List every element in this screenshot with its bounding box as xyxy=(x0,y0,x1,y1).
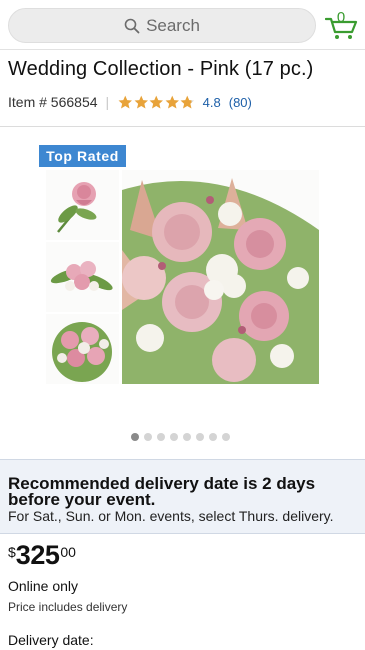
gallery-pagination xyxy=(131,433,230,441)
pagination-dot[interactable] xyxy=(196,433,204,441)
product-title: Wedding Collection - Pink (17 pc.) xyxy=(8,58,314,80)
delivery-notice-heading: Recommended delivery date is 2 days befo… xyxy=(8,474,316,509)
star-icon xyxy=(118,95,133,109)
price-cents: 00 xyxy=(60,544,76,560)
pagination-dot[interactable] xyxy=(144,433,152,441)
pagination-dot[interactable] xyxy=(131,433,139,441)
bouquet-image xyxy=(122,170,319,384)
rating-value[interactable]: 4.8 xyxy=(203,95,221,110)
section-divider xyxy=(0,126,365,127)
meta-divider: | xyxy=(105,94,110,110)
top-rated-badge: Top Rated xyxy=(39,145,126,167)
boutonniere-image xyxy=(46,170,119,240)
top-bar: Search 0 xyxy=(0,0,365,50)
delivery-date-label: Delivery date: xyxy=(8,632,94,648)
price-whole: 325 xyxy=(15,540,60,570)
review-count[interactable]: (80) xyxy=(229,95,252,110)
search-placeholder: Search xyxy=(146,15,200,35)
star-icon xyxy=(180,95,195,109)
availability-label: Online only xyxy=(8,578,79,594)
star-icon xyxy=(165,95,179,109)
product-image-gallery[interactable] xyxy=(46,170,319,384)
corsage-image xyxy=(46,242,119,312)
star-icon xyxy=(134,95,148,109)
item-number: Item # 566854 xyxy=(8,94,98,110)
pagination-dot[interactable] xyxy=(209,433,217,441)
pagination-dot[interactable] xyxy=(170,433,178,441)
product-meta: Item # 566854 | 4.8 (80) xyxy=(8,92,252,112)
price-note: Price includes delivery xyxy=(8,600,128,614)
pagination-dot[interactable] xyxy=(183,433,191,441)
posy-image xyxy=(46,314,119,384)
price-currency: $ xyxy=(8,544,16,560)
delivery-notice: Recommended delivery date is 2 days befo… xyxy=(0,459,365,534)
search-icon xyxy=(124,18,140,33)
rating-stars[interactable] xyxy=(118,95,195,110)
delivery-notice-subtext: For Sat., Sun. or Mon. events, select Th… xyxy=(8,508,334,524)
cart-button[interactable]: 0 xyxy=(325,9,359,40)
search-bar[interactable]: Search xyxy=(8,8,316,43)
star-icon xyxy=(149,95,164,109)
pagination-dot[interactable] xyxy=(222,433,230,441)
cart-icon xyxy=(325,17,358,39)
price: $ 325 00 xyxy=(8,540,76,570)
pagination-dot[interactable] xyxy=(157,433,165,441)
